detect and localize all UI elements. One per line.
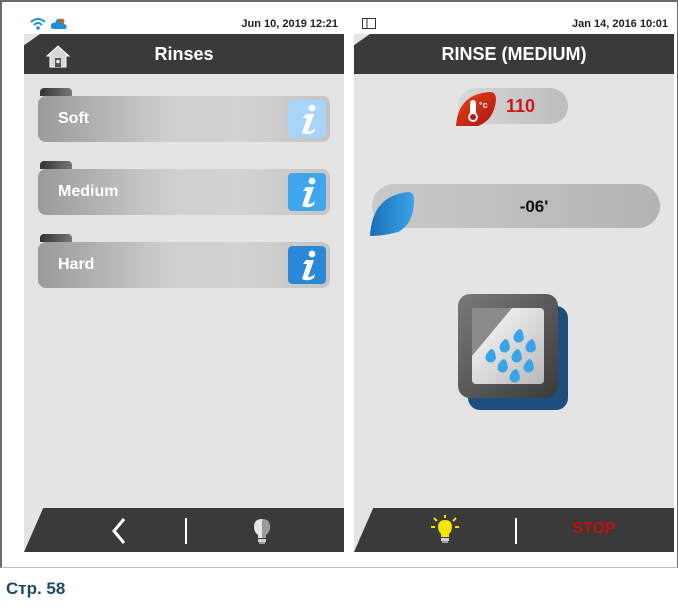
status-datetime: Jun 10, 2019 12:21 (241, 18, 338, 30)
status-datetime: Jan 14, 2016 10:01 (571, 18, 668, 30)
panel-icon (362, 18, 376, 29)
bottom-bar-divider (515, 518, 517, 544)
rinse-label: Hard (58, 256, 95, 273)
back-chevron-icon[interactable] (110, 517, 128, 545)
bottom-bar: STOP (354, 508, 674, 552)
lightbulb-off-icon[interactable] (252, 517, 272, 545)
rinse-running-screen: Jan 14, 2016 10:01 RINSE (MEDIUM) 110 °c… (354, 14, 674, 552)
title-bar: Rinses (24, 34, 344, 74)
stop-button[interactable]: STOP (564, 520, 624, 538)
info-icon[interactable] (288, 173, 326, 211)
status-bar: Jan 14, 2016 10:01 (354, 14, 674, 34)
bottom-bar (24, 508, 344, 552)
page-title: Rinses (154, 44, 214, 64)
temperature-value: 110 (506, 96, 536, 116)
lightbulb-on-icon[interactable] (428, 514, 462, 548)
rinse-item-medium[interactable]: Medium (38, 169, 330, 215)
svg-text:°c: °c (479, 100, 488, 110)
rinse-label: Soft (58, 110, 90, 127)
manual-page: Jun 10, 2019 12:21 Rinses Soft Medium Ha… (0, 0, 678, 610)
cloud-icon (50, 18, 67, 29)
rinses-screen: Jun 10, 2019 12:21 Rinses Soft Medium Ha… (24, 14, 344, 552)
rinse-tab-decoration (40, 234, 72, 242)
wifi-icon (30, 18, 46, 30)
rinse-tab-decoration (40, 88, 72, 96)
rinse-item-hard[interactable]: Hard (38, 242, 330, 288)
rinse-label: Medium (58, 183, 119, 200)
rinse-water-drops-icon (458, 294, 568, 410)
home-icon[interactable] (44, 42, 72, 70)
info-icon[interactable] (288, 100, 326, 138)
status-bar: Jun 10, 2019 12:21 (24, 14, 344, 34)
bottom-bar-divider (185, 518, 187, 544)
rinse-tab-decoration (40, 161, 72, 169)
thermometer-icon: °c (456, 92, 496, 126)
rinse-item-soft[interactable]: Soft (38, 96, 330, 142)
title-bar: RINSE (MEDIUM) (354, 34, 674, 74)
page-title: RINSE (MEDIUM) (441, 44, 587, 64)
timer-wave-icon (370, 192, 414, 236)
page-number-caption: Стр. 58 (6, 579, 66, 598)
info-icon[interactable] (288, 246, 326, 284)
